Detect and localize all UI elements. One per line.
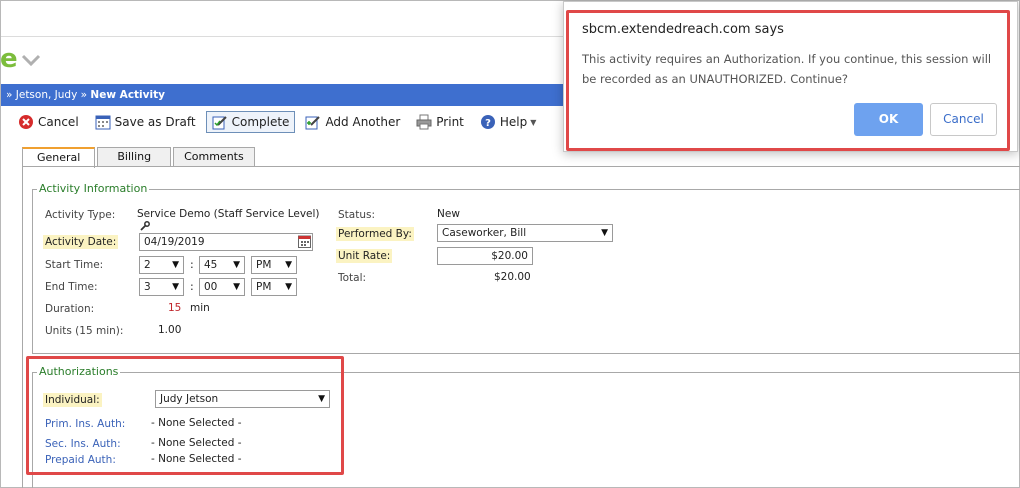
authorizations-highlight-box [26, 356, 344, 475]
tab-billing[interactable]: Billing [97, 147, 172, 167]
start-hour-select[interactable]: 2 ▼ [139, 256, 184, 274]
chevron-down-icon: ▼ [233, 282, 240, 292]
end-time-label: End Time: [45, 281, 98, 293]
print-label: Print [436, 115, 464, 129]
end-ampm-select[interactable]: PM ▼ [251, 278, 297, 296]
chevron-down-icon: ▼ [285, 282, 292, 292]
performed-by-value: Caseworker, Bill [442, 227, 527, 239]
breadcrumb-current: New Activity [90, 89, 165, 101]
status-value: New [437, 208, 460, 220]
save-draft-button[interactable]: Save as Draft [89, 111, 202, 133]
duration-unit: min [190, 302, 210, 314]
tab-bar: General Billing Comments [22, 147, 257, 168]
wrench-icon[interactable] [140, 221, 150, 231]
breadcrumb-parent[interactable]: » Jetson, Judy [6, 89, 77, 101]
tab-comments[interactable]: Comments [173, 147, 255, 167]
unit-rate-label: Unit Rate: [336, 249, 393, 263]
chevron-down-icon: ▼ [233, 260, 240, 270]
chevron-down-icon: ▼ [172, 260, 179, 270]
chevron-down-icon: ▼ [172, 282, 179, 292]
performed-by-select[interactable]: Caseworker, Bill ▼ [437, 224, 613, 242]
edit-complete-icon [212, 116, 227, 130]
total-label: Total: [338, 272, 367, 284]
add-edit-icon [305, 116, 321, 130]
start-hour-value: 2 [144, 259, 151, 271]
duration-label: Duration: [45, 303, 95, 315]
start-minute-value: 45 [204, 259, 218, 271]
calendar-icon[interactable] [298, 235, 311, 248]
performed-by-label: Performed By: [336, 227, 414, 241]
save-draft-label: Save as Draft [114, 115, 196, 129]
duration-value: 15 [168, 302, 182, 314]
cancel-icon [19, 115, 33, 129]
activity-date-input[interactable]: 04/19/2019 [139, 233, 313, 251]
chevron-down-icon[interactable] [20, 52, 42, 68]
add-another-label: Add Another [325, 115, 401, 129]
add-another-button[interactable]: Add Another [299, 111, 406, 133]
print-button[interactable]: Print [410, 111, 470, 133]
unit-rate-input[interactable]: $20.00 [437, 247, 533, 265]
start-ampm-select[interactable]: PM ▼ [251, 256, 297, 274]
end-hour-value: 3 [144, 281, 151, 293]
tab-general[interactable]: General [22, 147, 96, 168]
chevron-down-icon: ▼ [601, 228, 608, 238]
help-menu-button[interactable]: ? Help ▼ [474, 111, 543, 133]
help-icon: ? [480, 115, 495, 129]
end-ampm-value: PM [256, 281, 272, 293]
complete-button[interactable]: Complete [205, 111, 296, 133]
start-minute-select[interactable]: 45 ▼ [199, 256, 245, 274]
activity-type-value: Service Demo (Staff Service Level) [137, 208, 320, 220]
cancel-label: Cancel [38, 115, 79, 129]
cancel-button[interactable]: Cancel [12, 111, 85, 133]
start-ampm-value: PM [256, 259, 272, 271]
activity-information-legend: Activity Information [37, 182, 150, 195]
app-logo-fragment: e [0, 44, 18, 74]
printer-icon [416, 114, 432, 130]
activity-date-value: 04/19/2019 [144, 236, 205, 248]
breadcrumb-separator: » [80, 89, 88, 101]
units-value: 1.00 [158, 324, 182, 336]
time-separator: : [190, 258, 194, 271]
activity-type-label: Activity Type: [45, 209, 116, 221]
status-label: Status: [338, 209, 375, 221]
end-minute-select[interactable]: 00 ▼ [199, 278, 245, 296]
start-time-label: Start Time: [45, 259, 104, 271]
activity-date-label: Activity Date: [43, 235, 119, 249]
toolbar: Cancel Save as Draft Complete Add Anothe… [12, 110, 546, 134]
calendar-save-icon [95, 115, 111, 130]
chevron-down-icon: ▼ [530, 117, 537, 127]
chevron-down-icon: ▼ [285, 260, 292, 270]
total-value: $20.00 [494, 271, 531, 283]
time-separator: : [190, 280, 194, 293]
end-hour-select[interactable]: 3 ▼ [139, 278, 184, 296]
help-label: Help [499, 115, 528, 129]
unit-rate-value: $20.00 [491, 250, 528, 262]
end-minute-value: 00 [204, 281, 218, 293]
dialog-highlight-box [566, 10, 1010, 151]
complete-label: Complete [231, 115, 290, 129]
svg-text:?: ? [485, 118, 491, 129]
units-label: Units (15 min): [45, 325, 124, 337]
